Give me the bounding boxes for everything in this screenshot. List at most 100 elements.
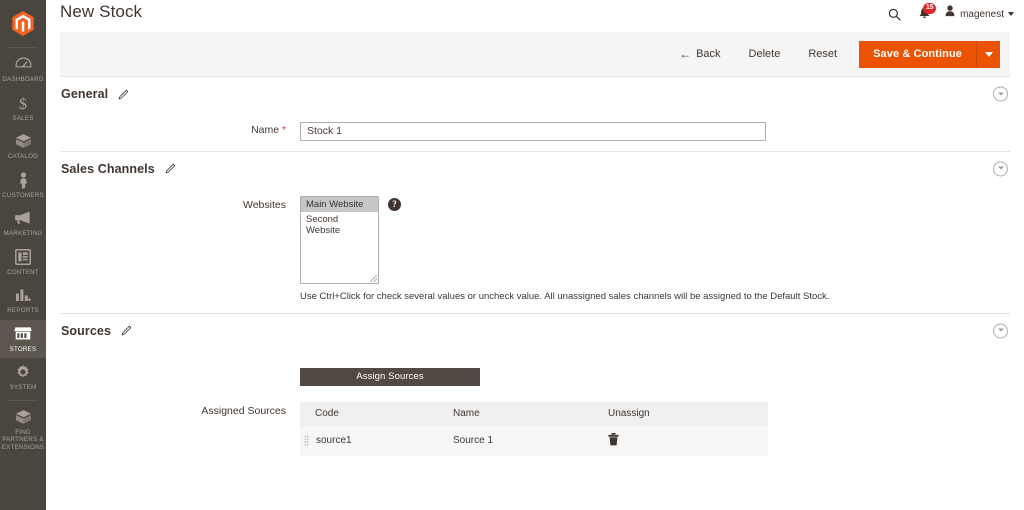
sidebar-item-label: Reports xyxy=(7,307,39,314)
assign-sources-button[interactable]: Assign Sources xyxy=(300,367,480,386)
sidebar-item-dashboard[interactable]: Dashboard xyxy=(0,50,46,89)
field-row-assigned-sources: Assigned Sources Code Name Unassign sour… xyxy=(60,386,1010,456)
column-header-unassign: Unassign xyxy=(600,401,768,426)
page-header: New Stock 15 magenest xyxy=(46,0,1024,28)
assigned-sources-control: Code Name Unassign source1 Source 1 xyxy=(300,401,1010,456)
websites-field-control: Main Website Second Website ? Use Ctrl+C… xyxy=(300,195,1010,303)
back-button-label: Back xyxy=(696,48,721,60)
resize-grip-icon[interactable] xyxy=(370,274,377,282)
field-row-name: Name * xyxy=(60,111,1010,141)
pencil-icon[interactable] xyxy=(165,163,176,174)
assign-sources-control: Assign Sources xyxy=(300,367,1010,386)
sidebar-item-catalog[interactable]: Catalog xyxy=(0,127,46,166)
arrow-left-icon: ← xyxy=(679,47,692,61)
back-button[interactable]: ← Back xyxy=(665,48,734,60)
sidebar-item-label: Content xyxy=(7,268,39,276)
delete-button[interactable]: Delete xyxy=(735,48,795,60)
user-icon xyxy=(944,5,956,23)
sidebar-item-label: Marketing xyxy=(3,230,43,237)
cell-unassign xyxy=(600,425,768,456)
magento-logo-icon xyxy=(12,10,34,36)
websites-field-label: Websites xyxy=(243,198,286,211)
websites-select-row: Main Website Second Website ? xyxy=(300,195,1010,284)
websites-option-second-website[interactable]: Second Website xyxy=(301,212,378,238)
page-title: New Stock xyxy=(60,2,143,21)
pencil-icon[interactable] xyxy=(121,325,132,336)
pencil-icon[interactable] xyxy=(118,89,129,100)
section-title: General xyxy=(61,87,109,101)
save-options-toggle[interactable] xyxy=(976,40,1000,68)
sidebar-item-stores[interactable]: Stores xyxy=(0,319,46,358)
sidebar-item-marketing[interactable]: Marketing xyxy=(0,204,46,243)
sidebar-item-customers[interactable]: Customers xyxy=(0,166,46,205)
name-field-label: Name * xyxy=(60,121,300,140)
sidebar-item-label: Dashboard xyxy=(2,76,44,83)
megaphone-icon xyxy=(0,210,46,227)
chevron-down-icon xyxy=(984,51,993,57)
section-general-collapse-toggle[interactable] xyxy=(993,86,1008,102)
name-input[interactable] xyxy=(300,121,766,141)
section-sources-collapse-toggle[interactable] xyxy=(993,323,1008,338)
column-header-code: Code xyxy=(300,401,445,426)
store-icon xyxy=(0,326,46,343)
websites-field-note: Use Ctrl+Click for check several values … xyxy=(300,290,830,302)
cell-code: source1 xyxy=(300,425,445,456)
svg-text:$: $ xyxy=(19,96,27,112)
section-title: Sales Channels xyxy=(61,161,155,176)
section-sales-channels-header[interactable]: Sales Channels xyxy=(60,152,1010,186)
drag-handle-icon[interactable] xyxy=(304,435,309,446)
table-row[interactable]: source1 Source 1 xyxy=(300,425,768,456)
chevron-circle-icon xyxy=(997,92,1004,95)
section-sources: Sources Assign Sources Assigned Sources … xyxy=(60,314,1010,466)
table-head: Code Name Unassign xyxy=(300,401,768,426)
section-title: Sources xyxy=(61,323,112,338)
package-icon xyxy=(0,409,46,426)
layout-icon xyxy=(0,248,46,266)
reset-button[interactable]: Reset xyxy=(794,48,851,60)
sidebar-item-reports[interactable]: Reports xyxy=(0,281,46,320)
section-sources-body: Assign Sources Assigned Sources Code Nam… xyxy=(60,348,1010,466)
section-general-header[interactable]: General xyxy=(60,77,1010,111)
name-label-text: Name xyxy=(251,124,280,136)
cell-name: Source 1 xyxy=(445,425,600,456)
websites-option-main-website[interactable]: Main Website xyxy=(301,196,378,212)
save-and-continue-button[interactable]: Save & Continue xyxy=(859,40,976,68)
reset-button-label: Reset xyxy=(808,48,838,60)
assigned-sources-table: Code Name Unassign source1 Source 1 xyxy=(300,401,768,456)
section-general: General Name * xyxy=(60,77,1010,152)
column-header-name: Name xyxy=(445,401,600,426)
sidebar-divider-bottom xyxy=(8,399,38,401)
sidebar-item-label: Stores xyxy=(9,345,37,353)
source-code-text: source1 xyxy=(316,435,352,446)
sidebar-item-find-partners[interactable]: Find Partners & Extensions xyxy=(0,403,46,457)
sidebar-item-label: Customers xyxy=(2,191,44,199)
sidebar-item-sales[interactable]: $ Sales xyxy=(0,89,46,128)
notification-count-badge: 15 xyxy=(923,3,937,14)
section-sales-channels-body: Websites Main Website Second Website ? U… xyxy=(60,186,1010,313)
assigned-sources-label: Assigned Sources xyxy=(201,404,286,417)
bar-chart-icon xyxy=(0,287,46,304)
websites-multiselect[interactable]: Main Website Second Website xyxy=(300,195,379,284)
question-mark-icon[interactable]: ? xyxy=(388,197,401,211)
gear-icon xyxy=(0,364,46,381)
page-actions-toolbar: ← Back Delete Reset Save & Continue xyxy=(60,32,1010,77)
field-row-assign-sources: Assign Sources xyxy=(60,348,1010,386)
section-sales-channels-collapse-toggle[interactable] xyxy=(993,161,1008,176)
table-header-row: Code Name Unassign xyxy=(300,401,768,426)
chevron-circle-icon xyxy=(997,328,1004,332)
admin-page: Dashboard $ Sales Catalog xyxy=(0,0,1024,510)
table-body: source1 Source 1 xyxy=(300,425,768,456)
sidebar-item-label: Catalog xyxy=(7,153,39,160)
magento-logo[interactable] xyxy=(0,0,46,44)
bell-icon[interactable]: 15 xyxy=(907,3,941,25)
sidebar-item-content[interactable]: Content xyxy=(0,243,46,282)
trash-icon[interactable] xyxy=(608,432,619,446)
box-icon xyxy=(0,133,46,150)
search-icon[interactable] xyxy=(881,3,907,25)
user-menu[interactable]: magenest xyxy=(941,5,1014,23)
section-sources-header[interactable]: Sources xyxy=(60,314,1010,348)
name-field-control xyxy=(300,121,1010,141)
sidebar-item-label: Find Partners & Extensions xyxy=(1,428,45,451)
sidebar-item-system[interactable]: System xyxy=(0,358,46,397)
sidebar-item-label: System xyxy=(9,384,37,391)
